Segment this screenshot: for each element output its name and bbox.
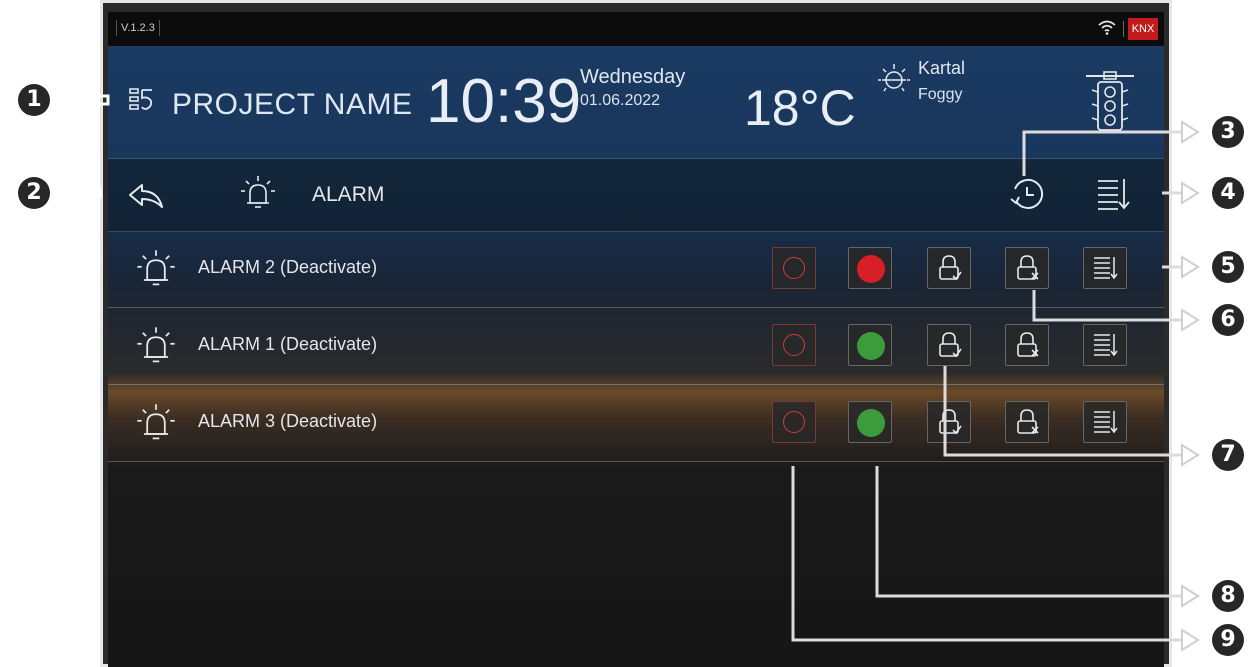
- callout-9: 9: [1212, 624, 1244, 656]
- lock-check-icon: [939, 255, 962, 281]
- traffic-light-icon[interactable]: [1084, 70, 1136, 136]
- header-bar: PROJECT NAME 10:39 Wednesday 01.06.2022 …: [108, 46, 1164, 158]
- knx-badge: KNX: [1128, 18, 1158, 40]
- alarm-status-dot: [857, 255, 885, 283]
- lock-check-icon: [939, 409, 962, 435]
- arrowhead-7: [1181, 443, 1200, 467]
- alarm-list-button[interactable]: [1083, 324, 1127, 366]
- alarm-bell-icon: [134, 401, 178, 445]
- callout-5: 5: [1212, 251, 1244, 283]
- alarm-row: ALARM 3 (Deactivate): [108, 385, 1164, 462]
- weather-condition: Foggy: [918, 86, 963, 103]
- version-label: V.1.2.3: [116, 20, 160, 36]
- lock-check-button[interactable]: [927, 401, 971, 443]
- alarm-list-button[interactable]: [1083, 401, 1127, 443]
- callout-3: 3: [1212, 116, 1244, 148]
- wifi-icon: [1096, 18, 1118, 40]
- callout-1: 1: [18, 84, 50, 116]
- lock-check-icon: [939, 332, 962, 358]
- history-icon[interactable]: [1006, 173, 1048, 215]
- alarm-status-button[interactable]: [848, 324, 892, 366]
- alarm-row: ALARM 1 (Deactivate): [108, 308, 1164, 385]
- list-menu-icon: [1094, 257, 1118, 280]
- project-icon[interactable]: [128, 86, 156, 114]
- callout-7: 7: [1212, 439, 1244, 471]
- alarm-status-dot: [857, 332, 885, 360]
- arrowhead-5: [1181, 255, 1200, 279]
- alarm-status-button[interactable]: [848, 247, 892, 289]
- lock-check-button[interactable]: [927, 247, 971, 289]
- alarm-list-button[interactable]: [1083, 247, 1127, 289]
- alarm-bell-icon: [134, 324, 178, 368]
- lock-check-button[interactable]: [927, 324, 971, 366]
- project-name: PROJECT NAME: [172, 88, 413, 121]
- status-bar: V.1.2.3 KNX: [108, 12, 1164, 46]
- day-name: Wednesday: [580, 66, 686, 88]
- alarm-bell-icon: [238, 173, 278, 213]
- page-title-bar: ALARM: [108, 158, 1164, 232]
- alarm-bell-icon: [134, 247, 178, 291]
- arrowhead-9: [1181, 628, 1200, 652]
- back-button[interactable]: [124, 177, 168, 213]
- temperature: 18°C: [744, 80, 856, 136]
- lock-cancel-button[interactable]: [1005, 247, 1049, 289]
- arrowhead-4: [1181, 181, 1200, 205]
- list-menu-icon: [1094, 334, 1118, 357]
- lock-cross-icon: [1017, 255, 1039, 280]
- alarm-status-button[interactable]: [848, 401, 892, 443]
- callout-2: 2: [18, 177, 50, 209]
- callout-6: 6: [1212, 304, 1244, 336]
- weather-sun-icon: [874, 58, 914, 98]
- callout-4: 4: [1212, 177, 1244, 209]
- callout-8: 8: [1212, 580, 1244, 612]
- arrow-to-2: [63, 180, 102, 206]
- page-title: ALARM: [312, 183, 385, 206]
- alarm-trigger-button[interactable]: [772, 324, 816, 366]
- list-menu-icon: [1094, 411, 1118, 434]
- alarm-label: ALARM 3 (Deactivate): [198, 411, 378, 431]
- alarm-status-dot: [857, 409, 885, 437]
- alarm-trigger-button[interactable]: [772, 401, 816, 443]
- alarm-row: ALARM 2 (Deactivate): [108, 231, 1164, 308]
- callout-arrowheads: [1181, 120, 1200, 652]
- date-label: 01.06.2022: [580, 92, 661, 109]
- alarm-label: ALARM 2 (Deactivate): [198, 257, 378, 277]
- lock-cross-icon: [1017, 332, 1039, 357]
- arrowhead-6: [1181, 308, 1200, 332]
- alarm-label: ALARM 1 (Deactivate): [198, 334, 378, 354]
- alarm-indicator-ring: [783, 334, 805, 356]
- list-menu-icon[interactable]: [1094, 173, 1130, 215]
- alarm-indicator-ring: [783, 411, 805, 433]
- arrowhead-3: [1181, 120, 1200, 144]
- clock-time: 10:39: [426, 67, 582, 136]
- alarm-trigger-button[interactable]: [772, 247, 816, 289]
- lock-cross-icon: [1017, 409, 1039, 434]
- arrow-to-4: [1175, 180, 1198, 196]
- status-divider: [1123, 21, 1124, 37]
- alarm-indicator-ring: [783, 257, 805, 279]
- arrowhead-8: [1181, 584, 1200, 608]
- lock-cancel-button[interactable]: [1005, 324, 1049, 366]
- touch-panel-device: V.1.2.3 KNX PROJECT NAME 10:39 Wednesday…: [100, 0, 1172, 667]
- panel-screen: V.1.2.3 KNX PROJECT NAME 10:39 Wednesday…: [108, 12, 1164, 667]
- weather-city: Kartal: [918, 58, 966, 78]
- lock-cancel-button[interactable]: [1005, 401, 1049, 443]
